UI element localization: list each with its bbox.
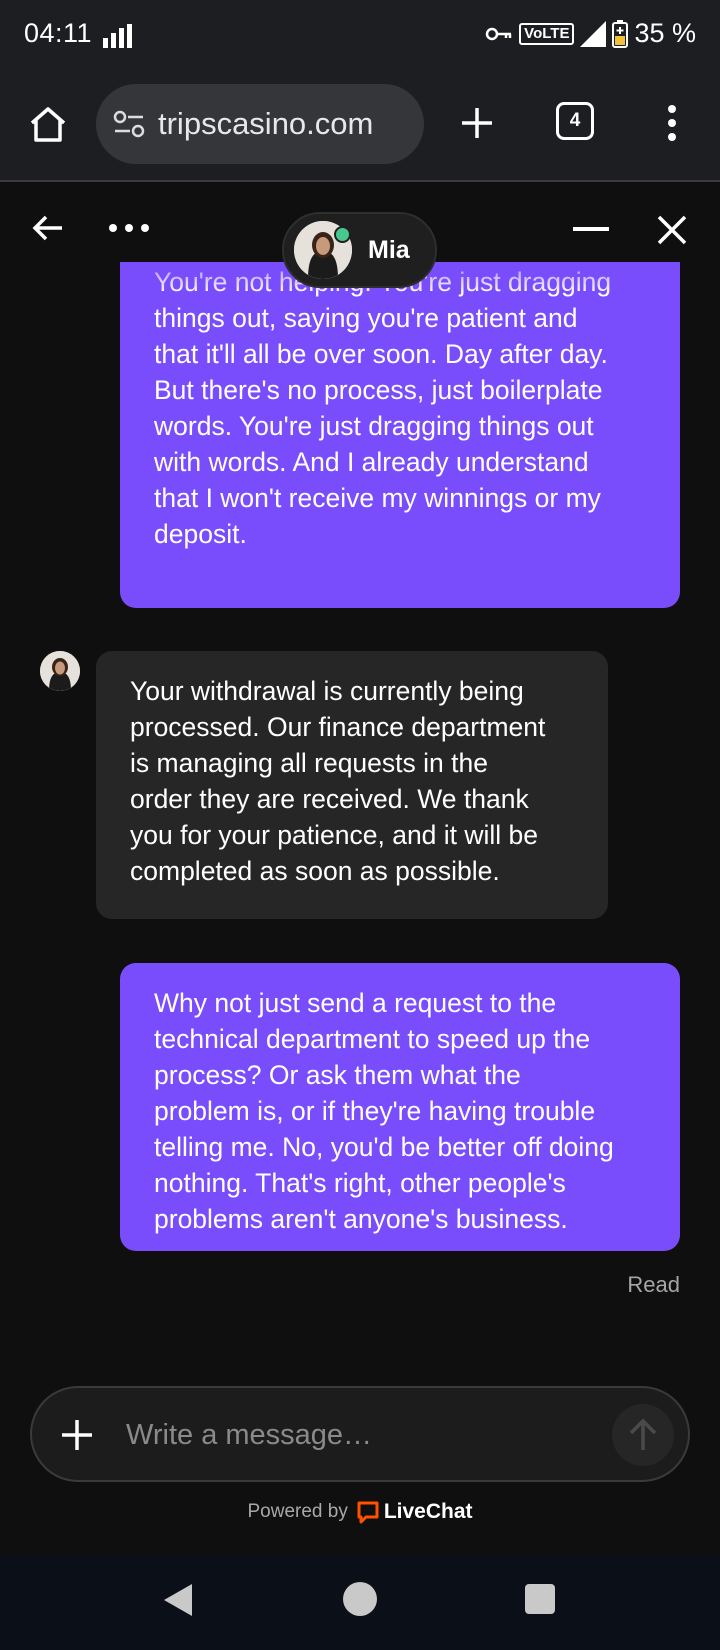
- plus-icon: [62, 1420, 92, 1450]
- cell-signal-icon: [580, 20, 607, 47]
- message-input[interactable]: [126, 1412, 566, 1458]
- close-icon: [657, 215, 687, 245]
- arrow-up-icon: [629, 1418, 657, 1450]
- nav-back-icon[interactable]: [162, 1582, 194, 1618]
- status-time: 04:11: [24, 18, 93, 48]
- battery-icon: [612, 19, 629, 48]
- read-receipt: Read: [627, 1272, 680, 1297]
- arrow-back-icon: [32, 215, 62, 241]
- status-bar: 04:11 VoLTE 35 %: [0, 0, 720, 72]
- new-tab-button[interactable]: [452, 98, 502, 148]
- message-text: Your withdrawal is currently being proce…: [130, 676, 546, 886]
- livechat-logo-icon: [357, 1501, 379, 1524]
- system-nav-bar: [0, 1554, 720, 1650]
- nav-home-icon[interactable]: [343, 1582, 377, 1616]
- more-horiz-icon: [109, 224, 149, 232]
- volte-badge: VoLTE: [519, 22, 575, 45]
- close-button[interactable]: [652, 210, 692, 250]
- chat-options-button[interactable]: [104, 208, 154, 248]
- plus-icon: [462, 108, 492, 138]
- attach-button[interactable]: [58, 1416, 96, 1454]
- site-settings-icon[interactable]: [112, 107, 146, 141]
- more-vert-icon: [668, 105, 676, 141]
- send-button[interactable]: [612, 1404, 674, 1466]
- battery-percent: 35 %: [634, 18, 696, 48]
- nav-recents-icon[interactable]: [525, 1584, 555, 1614]
- chat-header: Mia: [0, 184, 720, 288]
- online-status-dot: [334, 226, 351, 243]
- signal-small-icon: [103, 24, 132, 48]
- agent-badge: Mia: [282, 212, 437, 288]
- message-text: You're not helping. You're just dragging…: [154, 267, 612, 549]
- browser-toolbar: tripscasino.com 4: [0, 72, 720, 182]
- vpn-key-icon: [485, 27, 512, 40]
- message-text: Why not just send a request to the techn…: [154, 988, 614, 1234]
- browser-menu-button[interactable]: [654, 98, 690, 148]
- chat-window: You're not helping. You're just dragging…: [0, 184, 720, 1554]
- tab-switcher-button[interactable]: 4: [556, 102, 594, 140]
- home-button[interactable]: [24, 100, 72, 148]
- status-icons: VoLTE 35 %: [485, 18, 696, 49]
- agent-name: Mia: [368, 235, 410, 264]
- agent-message: Your withdrawal is currently being proce…: [96, 651, 608, 919]
- message-composer: [30, 1386, 690, 1482]
- powered-by-footer: Powered by LiveChat: [0, 1500, 720, 1524]
- minimize-button[interactable]: [572, 224, 610, 234]
- back-button[interactable]: [28, 208, 68, 248]
- tab-count: 4: [569, 110, 581, 131]
- agent-message-avatar: [40, 651, 80, 691]
- powered-by-text: Powered by: [247, 1501, 348, 1522]
- user-message: Why not just send a request to the techn…: [120, 963, 680, 1251]
- livechat-link[interactable]: LiveChat: [356, 1500, 473, 1524]
- home-icon: [30, 107, 66, 142]
- address-bar[interactable]: tripscasino.com: [96, 84, 424, 164]
- minimize-icon: [573, 227, 609, 231]
- url-text: tripscasino.com: [158, 106, 374, 141]
- livechat-brand: LiveChat: [383, 1500, 473, 1523]
